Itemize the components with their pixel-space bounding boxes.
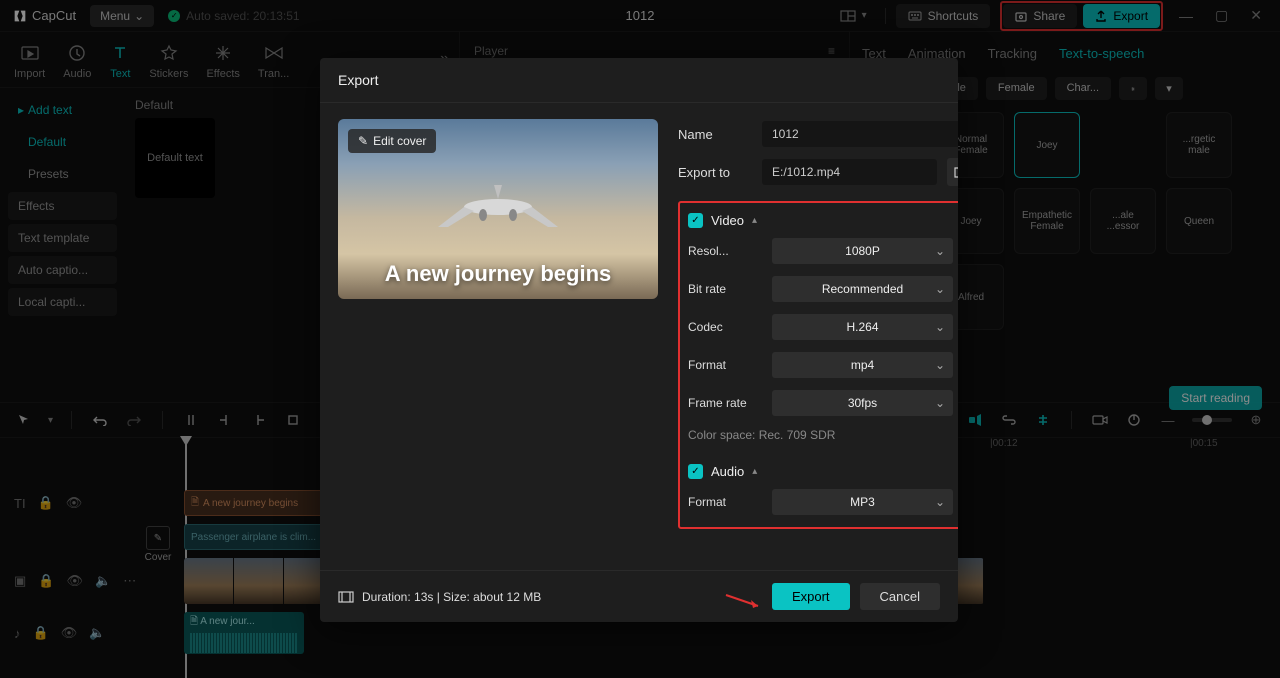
framerate-select[interactable]: 30fps: [772, 390, 953, 416]
film-icon: [338, 591, 354, 603]
collapse-icon[interactable]: ▴: [752, 466, 757, 477]
bitrate-label: Bit rate: [688, 282, 762, 296]
pencil-icon: ✎: [358, 134, 368, 148]
folder-icon: [954, 166, 958, 178]
duration-info: Duration: 13s | Size: about 12 MB: [338, 590, 541, 604]
audio-format-select[interactable]: MP3: [772, 489, 953, 515]
framerate-label: Frame rate: [688, 396, 762, 410]
export-confirm-button[interactable]: Export: [772, 583, 850, 610]
modal-title: Export: [320, 58, 958, 103]
resolution-select[interactable]: 1080P: [772, 238, 953, 264]
browse-folder-button[interactable]: [947, 158, 958, 186]
exportto-label: Export to: [678, 165, 752, 180]
video-section: ✓ Video ▴: [688, 213, 958, 228]
exportto-input[interactable]: [762, 159, 937, 185]
export-modal: Export ✎ Edit cover A new journey begins: [320, 58, 958, 622]
preview-caption: A new journey begins: [338, 261, 658, 287]
edit-cover-button[interactable]: ✎ Edit cover: [348, 129, 436, 153]
audio-section: ✓ Audio ▴: [688, 464, 958, 479]
export-settings-highlight: ✓ Video ▴ Resol... 1080P Bit rate Recomm…: [678, 201, 958, 529]
modal-footer: Duration: 13s | Size: about 12 MB Export…: [320, 570, 958, 622]
format-select[interactable]: mp4: [772, 352, 953, 378]
bitrate-select[interactable]: Recommended: [772, 276, 953, 302]
name-label: Name: [678, 127, 752, 142]
arrow-annotation: [724, 591, 768, 611]
audio-checkbox[interactable]: ✓: [688, 464, 703, 479]
video-checkbox[interactable]: ✓: [688, 213, 703, 228]
colorspace-info: Color space: Rec. 709 SDR: [688, 426, 958, 446]
cancel-button[interactable]: Cancel: [860, 583, 940, 610]
codec-select[interactable]: H.264: [772, 314, 953, 340]
name-input[interactable]: [762, 121, 958, 147]
format-label: Format: [688, 358, 762, 372]
audio-format-label: Format: [688, 495, 762, 509]
codec-label: Codec: [688, 320, 762, 334]
collapse-icon[interactable]: ▴: [752, 215, 757, 226]
export-preview: ✎ Edit cover A new journey begins: [338, 119, 658, 299]
resolution-label: Resol...: [688, 244, 762, 258]
airplane-graphic: [428, 177, 568, 237]
